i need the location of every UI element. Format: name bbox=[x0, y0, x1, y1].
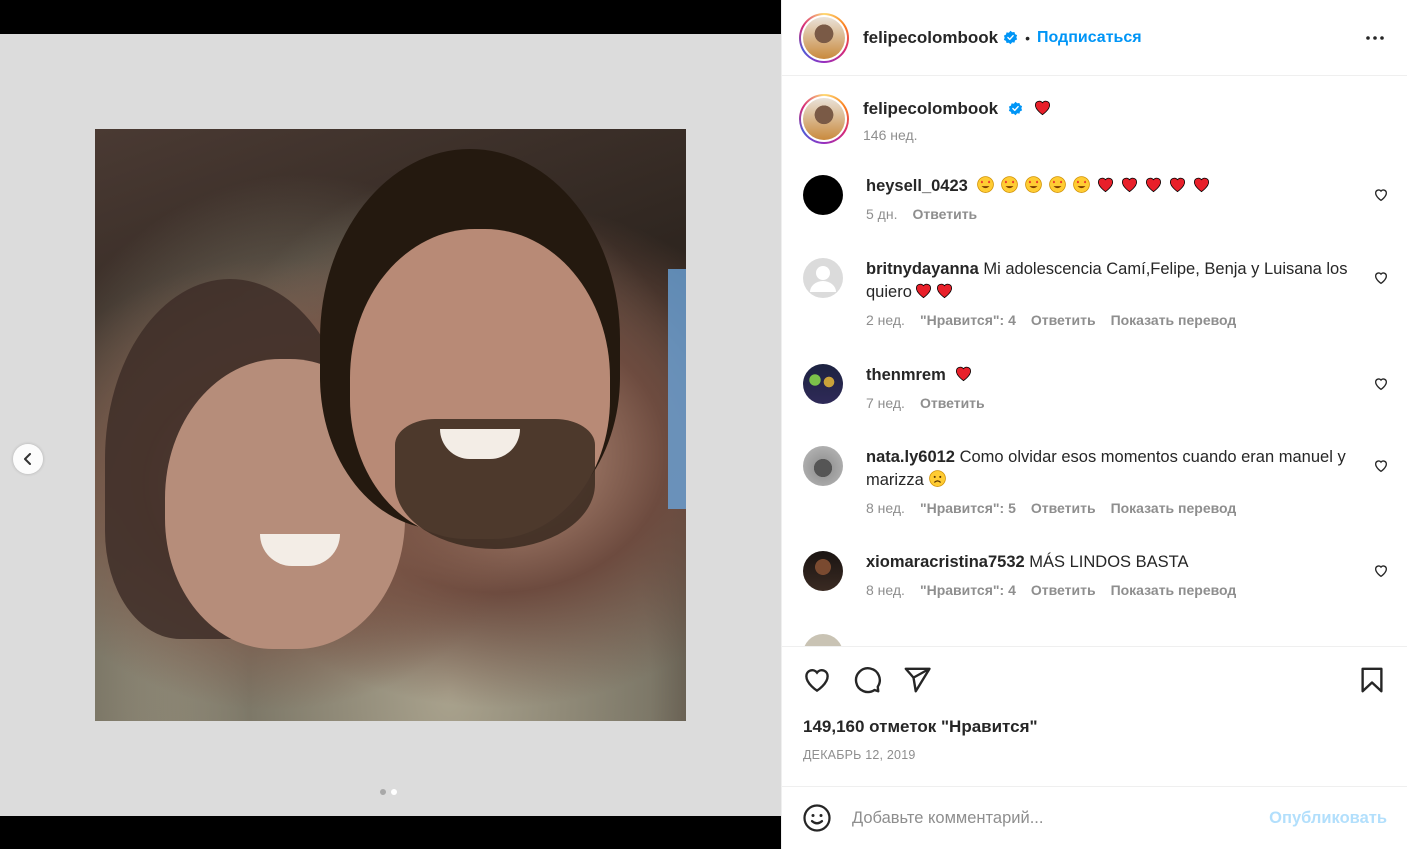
post-photo[interactable] bbox=[95, 129, 686, 721]
comment-likes[interactable]: "Нравится": 5 bbox=[920, 500, 1016, 516]
star-eyes-emoji bbox=[1073, 176, 1091, 193]
comment-avatar[interactable] bbox=[803, 175, 843, 215]
post-panel: felipecolombook • Подписаться felipecolo… bbox=[781, 0, 1407, 849]
post-actions: 149,160 отметок "Нравится" ДЕКАБРЬ 12, 2… bbox=[782, 646, 1407, 786]
caption-username[interactable]: felipecolombook bbox=[863, 99, 998, 118]
bookmark-icon[interactable] bbox=[1357, 665, 1387, 695]
red-heart-emoji bbox=[915, 283, 931, 299]
reply-button[interactable]: Ответить bbox=[920, 395, 985, 411]
post-header: felipecolombook • Подписаться bbox=[782, 0, 1407, 76]
carousel-dots bbox=[380, 789, 397, 795]
author-username[interactable]: felipecolombook bbox=[863, 28, 998, 48]
comment-avatar[interactable] bbox=[803, 634, 843, 646]
comment-username[interactable]: heysell_0423 bbox=[866, 177, 968, 195]
reply-button[interactable]: Ответить bbox=[1031, 500, 1096, 516]
comment-username[interactable]: xiomaracristina7532 bbox=[866, 553, 1025, 571]
comment-item: thenmrem 7 нед. Ответить bbox=[803, 364, 1407, 411]
more-icon[interactable] bbox=[1363, 26, 1387, 50]
star-eyes-emoji bbox=[977, 176, 995, 193]
translate-button[interactable]: Показать перевод bbox=[1111, 500, 1237, 516]
comment-time: 2 нед. bbox=[866, 312, 905, 328]
comment-time: 7 нед. bbox=[866, 395, 905, 411]
carousel-dot-active bbox=[391, 789, 397, 795]
sad-face-emoji bbox=[929, 470, 947, 487]
heart-icon[interactable] bbox=[802, 665, 832, 695]
translate-button[interactable]: Показать перевод bbox=[1111, 582, 1237, 598]
comment-item: heysell_0423 5 дн. Ответить bbox=[803, 175, 1407, 222]
heart-icon[interactable] bbox=[1373, 187, 1389, 203]
follow-button[interactable]: Подписаться bbox=[1037, 29, 1142, 47]
post-caption: felipecolombook 146 нед. bbox=[799, 94, 1057, 144]
comment-input[interactable] bbox=[852, 808, 1242, 828]
star-eyes-emoji bbox=[1049, 176, 1067, 193]
comment-avatar[interactable] bbox=[803, 551, 843, 591]
comment-username[interactable]: britnydayanna bbox=[866, 260, 979, 278]
heart-icon[interactable] bbox=[1373, 563, 1389, 579]
comment-avatar[interactable] bbox=[803, 446, 843, 486]
red-heart-emoji bbox=[1146, 177, 1162, 193]
red-heart-emoji bbox=[1122, 177, 1138, 193]
red-heart-emoji bbox=[1034, 100, 1050, 116]
chevron-left-icon bbox=[24, 453, 31, 465]
post-date: ДЕКАБРЬ 12, 2019 bbox=[803, 748, 916, 762]
red-heart-emoji bbox=[1170, 177, 1186, 193]
likes-count[interactable]: 149,160 отметок "Нравится" bbox=[803, 717, 1038, 737]
caption-avatar[interactable] bbox=[799, 94, 849, 144]
heart-icon[interactable] bbox=[1373, 270, 1389, 286]
heart-icon[interactable] bbox=[1373, 458, 1389, 474]
author-avatar[interactable] bbox=[799, 12, 849, 63]
emoji-icon[interactable] bbox=[802, 803, 832, 833]
reply-button[interactable]: Ответить bbox=[1031, 582, 1096, 598]
dot-separator: • bbox=[1025, 29, 1030, 46]
comment-item: nata.ly6012 Como olvidar esos momentos c… bbox=[803, 446, 1407, 516]
share-icon[interactable] bbox=[902, 665, 932, 695]
comment-likes[interactable]: "Нравится": 4 bbox=[920, 312, 1016, 328]
post-comment-button[interactable]: Опубликовать bbox=[1269, 809, 1387, 828]
comment-emoji-row bbox=[976, 176, 1216, 195]
comment-likes[interactable]: "Нравится": 4 bbox=[920, 582, 1016, 598]
comment-item-partial bbox=[803, 634, 1407, 646]
carousel-dot bbox=[380, 789, 386, 795]
comment-username[interactable]: thenmrem bbox=[866, 366, 946, 384]
comment-item: xiomaracristina7532 MÁS LINDOS BASTA 8 н… bbox=[803, 551, 1407, 598]
comment-item: britnydayanna Mi adolescencia Camí,Felip… bbox=[803, 258, 1407, 328]
star-eyes-emoji bbox=[1025, 176, 1043, 193]
red-heart-emoji bbox=[1194, 177, 1210, 193]
verified-badge-icon bbox=[1003, 30, 1018, 45]
verified-badge-icon bbox=[1008, 101, 1022, 116]
caption-time: 146 нед. bbox=[863, 127, 918, 143]
translate-button[interactable]: Показать перевод bbox=[1111, 312, 1237, 328]
red-heart-emoji bbox=[1098, 177, 1114, 193]
reply-button[interactable]: Ответить bbox=[1031, 312, 1096, 328]
comment-icon[interactable] bbox=[852, 665, 882, 695]
star-eyes-emoji bbox=[1001, 176, 1019, 193]
comment-avatar[interactable] bbox=[803, 258, 843, 298]
red-heart-emoji bbox=[956, 366, 972, 382]
post-media bbox=[0, 34, 781, 816]
reply-button[interactable]: Ответить bbox=[912, 206, 977, 222]
red-heart-emoji bbox=[936, 283, 952, 299]
comment-time: 5 дн. bbox=[866, 206, 898, 222]
comment-composer: Опубликовать bbox=[782, 786, 1407, 849]
heart-icon[interactable] bbox=[1373, 376, 1389, 392]
comment-text: MÁS LINDOS BASTA bbox=[1029, 553, 1189, 571]
comments-list[interactable]: felipecolombook 146 нед. heysell_0423 5 … bbox=[782, 76, 1407, 646]
comment-time: 8 нед. bbox=[866, 500, 905, 516]
comment-username[interactable]: nata.ly6012 bbox=[866, 448, 955, 466]
comment-time: 8 нед. bbox=[866, 582, 905, 598]
comment-avatar[interactable] bbox=[803, 364, 843, 404]
carousel-prev-button[interactable] bbox=[13, 444, 43, 474]
